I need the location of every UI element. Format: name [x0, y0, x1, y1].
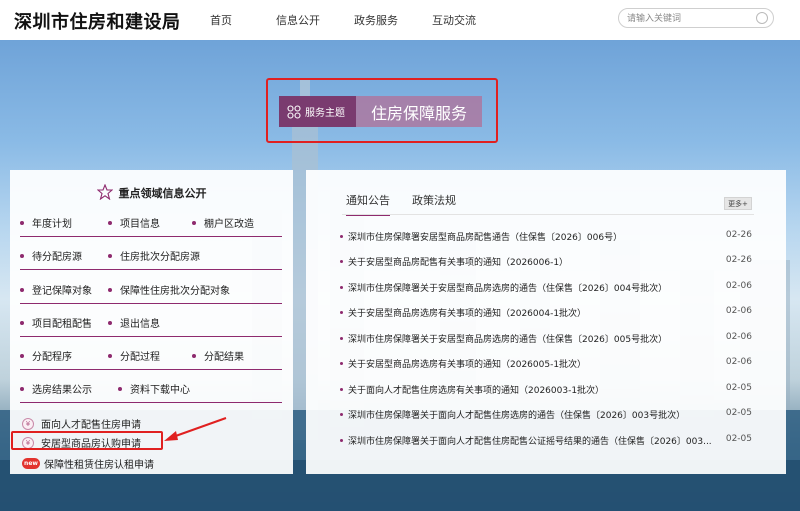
tab-policies[interactable]: 政策法规 [412, 192, 456, 214]
service-theme-title[interactable]: 住房保障服务 [356, 96, 482, 127]
tab-announcements[interactable]: 通知公告 [346, 192, 390, 216]
info-link-annual-plan[interactable]: 年度计划 [20, 215, 72, 230]
notice-item[interactable]: 深圳市住房保障署关于面向人才配售住房配售公证摇号结果的通告（住保售〔2026〕0… [340, 434, 752, 450]
info-link-download-center[interactable]: 资料下载中心 [118, 381, 190, 396]
notice-item[interactable]: 关于面向人才配售住房选房有关事项的通知（2026003-1批次） 02-05 [340, 383, 752, 399]
service-theme-badge[interactable]: 服务主题 [279, 96, 356, 127]
info-link-batch-housing[interactable]: 住房批次分配房源 [108, 248, 200, 263]
info-link-project-info[interactable]: 项目信息 [108, 215, 160, 230]
row-divider [20, 269, 282, 270]
nav-gov-services[interactable]: 政务服务 [354, 12, 398, 28]
info-link-selection-results[interactable]: 选房结果公示 [20, 381, 92, 396]
info-row-6: 选房结果公示 资料下载中心 [20, 381, 288, 401]
info-row-4: 项目配租配售 退出信息 [20, 315, 288, 335]
notice-item[interactable]: 深圳市住房保障署关于安居型商品房选房的通告（住保售〔2026〕005号批次） 02… [340, 332, 752, 348]
notice-item[interactable]: 关于安居型商品房选房有关事项的通知（2026004-1批次） 02-06 [340, 306, 752, 322]
info-link-exit-info[interactable]: 退出信息 [108, 315, 160, 330]
nav-home[interactable]: 首页 [210, 12, 232, 28]
row-divider [20, 402, 282, 403]
row-divider [20, 336, 282, 337]
site-header: 深圳市住房和建设局 首页 信息公开 政务服务 互动交流 [0, 0, 800, 40]
notice-item[interactable]: 深圳市住房保障署关于面向人才配售住房选房的通告（住保售〔2026〕003号批次）… [340, 408, 752, 424]
info-link-result[interactable]: 分配结果 [192, 348, 244, 363]
info-link-shantytown[interactable]: 棚户区改造 [192, 215, 254, 230]
info-row-5: 分配程序 分配过程 分配结果 [20, 348, 288, 368]
info-link-batch-targets[interactable]: 保障性住房批次分配对象 [108, 282, 230, 297]
info-link-rent-sale[interactable]: 项目配租配售 [20, 315, 92, 330]
tab-underline [342, 214, 754, 215]
notice-item[interactable]: 关于安居型商品房选房有关事项的通知（2026005-1批次） 02-06 [340, 357, 752, 373]
service-theme-label: 服务主题 [305, 108, 345, 119]
app-talent-housing[interactable]: ¥ 面向人才配售住房申请 [22, 416, 141, 431]
row-divider [20, 236, 282, 237]
new-badge: new [22, 458, 40, 469]
site-logo[interactable]: 深圳市住房和建设局 [14, 8, 181, 34]
info-link-registered-targets[interactable]: 登记保障对象 [20, 282, 92, 297]
notice-item[interactable]: 关于安居型商品房配售有关事项的通知（2026006-1） 02-26 [340, 255, 752, 271]
application-icon: ¥ [22, 417, 34, 430]
notice-item[interactable]: 深圳市住房保障署安居型商品房配售通告（住保售〔2026〕006号） 02-26 [340, 230, 752, 246]
search-icon[interactable] [756, 12, 768, 24]
nav-interaction[interactable]: 互动交流 [432, 12, 476, 28]
grid-icon [287, 104, 301, 119]
key-info-title: 重点领域信息公开 [10, 184, 293, 201]
info-link-process[interactable]: 分配过程 [108, 348, 160, 363]
application-highlight-box [11, 431, 163, 450]
app-rental-housing[interactable]: new 保障性租赁住房认租申请 [22, 456, 154, 471]
star-icon [96, 184, 113, 200]
info-link-pending-housing[interactable]: 待分配房源 [20, 248, 82, 263]
info-row-3: 登记保障对象 保障性住房批次分配对象 [20, 282, 288, 302]
row-divider [20, 303, 282, 304]
info-link-procedure[interactable]: 分配程序 [20, 348, 72, 363]
info-row-2: 待分配房源 住房批次分配房源 [20, 248, 288, 268]
key-info-title-text: 重点领域信息公开 [118, 187, 207, 200]
info-row-1: 年度计划 项目信息 棚户区改造 [20, 215, 288, 235]
notice-panel: 通知公告 政策法规 更多+ 深圳市住房保障署安居型商品房配售通告（住保售〔202… [306, 170, 786, 474]
search-box [618, 8, 774, 28]
pointer-arrow-icon [164, 417, 227, 441]
search-input[interactable] [627, 12, 747, 25]
nav-info-disclosure[interactable]: 信息公开 [276, 12, 320, 28]
notice-item[interactable]: 深圳市住房保障署关于安居型商品房选房的通告（住保售〔2026〕004号批次） 02… [340, 281, 752, 297]
more-button[interactable]: 更多+ [724, 197, 752, 210]
row-divider [20, 369, 282, 370]
